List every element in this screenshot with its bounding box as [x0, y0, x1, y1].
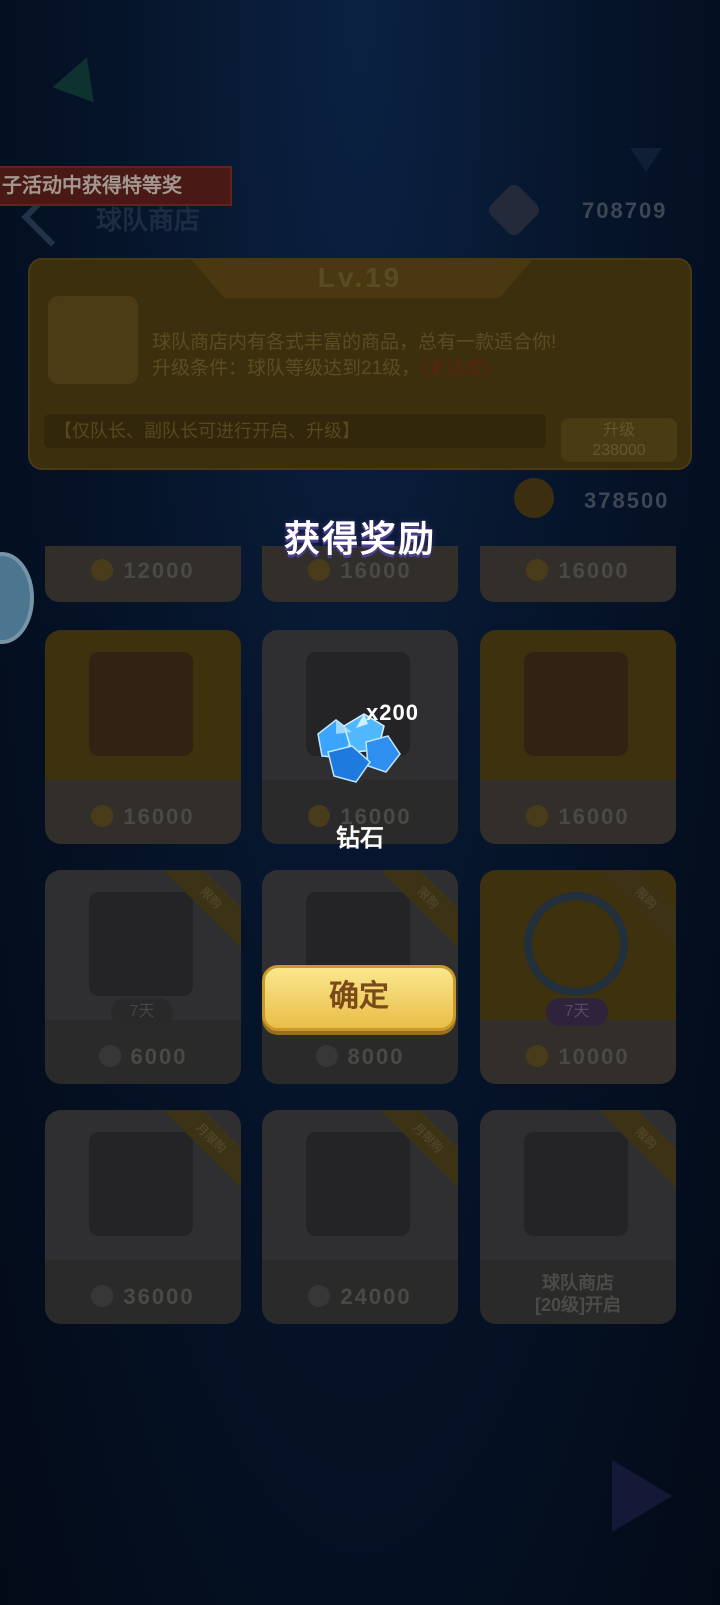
reward-title: 获得奖励 — [283, 518, 436, 559]
reward-item-name: 钻石 — [336, 825, 384, 852]
modal-overlay — [0, 0, 720, 1605]
reward-quantity: x200 — [366, 700, 419, 725]
confirm-button[interactable]: 确定 — [262, 965, 456, 1031]
